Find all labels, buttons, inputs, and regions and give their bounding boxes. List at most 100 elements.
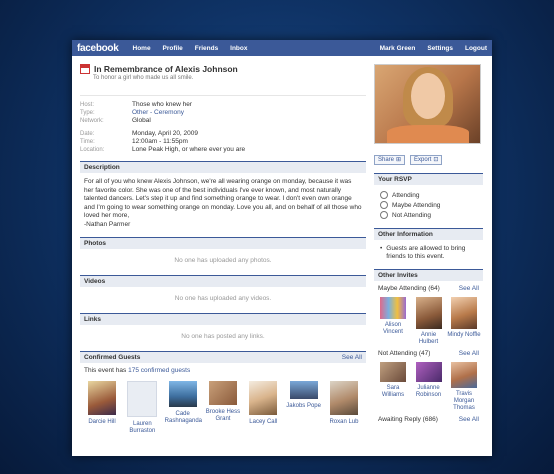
links-empty: No one has posted any links. xyxy=(181,333,265,340)
rsvp-heading: Your RSVP xyxy=(374,173,483,185)
guest-avatar[interactable] xyxy=(88,381,116,415)
rsvp-not-attending[interactable]: Not Attending xyxy=(380,210,479,220)
guest-name[interactable]: Lauren Burraston xyxy=(124,421,160,435)
guest-avatar[interactable] xyxy=(249,381,278,415)
guest-name[interactable]: Cade Rashnaganda xyxy=(165,411,202,425)
nav-profile[interactable]: Profile xyxy=(163,45,183,52)
invite-avatar[interactable] xyxy=(380,297,406,319)
guest-name[interactable]: Lacey Call xyxy=(245,419,281,426)
share-label: Share xyxy=(378,157,395,163)
guest-card[interactable]: Cade Rashnaganda xyxy=(165,381,202,435)
share-button[interactable]: Share ⊞ xyxy=(374,155,406,165)
time-value: 12:00am - 11:55pm xyxy=(132,138,188,145)
rsvp-options: Attending Maybe Attending Not Attending xyxy=(374,185,483,220)
invite-card[interactable]: Sara Williams xyxy=(376,362,410,412)
rsvp-not-attending-label: Not Attending xyxy=(392,211,432,219)
export-button[interactable]: Export ⊡ xyxy=(410,155,443,165)
nav-home[interactable]: Home xyxy=(133,45,151,52)
invite-card[interactable]: Alison Vincent xyxy=(376,297,410,346)
guest-name[interactable]: Brooke Hess Grant xyxy=(205,409,241,423)
calendar-icon xyxy=(80,64,90,74)
nav-user-name[interactable]: Mark Green xyxy=(380,45,416,52)
type-link[interactable]: Other - Ceremony xyxy=(132,109,184,117)
maybe-attending-list: Alison Vincent Annie Hulbert Mindy Noffl… xyxy=(374,292,483,346)
event-photo[interactable] xyxy=(374,64,481,144)
guest-card[interactable]: Lacey Call xyxy=(245,381,281,435)
invite-avatar[interactable] xyxy=(380,362,406,382)
nav-settings[interactable]: Settings xyxy=(427,45,453,52)
radio-icon[interactable] xyxy=(380,211,388,219)
radio-icon[interactable] xyxy=(380,191,388,199)
invite-name[interactable]: Annie Hulbert xyxy=(412,332,446,346)
browser-window: facebook Home Profile Friends Inbox Mark… xyxy=(72,40,492,456)
invite-avatar[interactable] xyxy=(451,362,477,388)
invite-card[interactable]: Julianne Robinson xyxy=(412,362,446,412)
maybe-see-all-link[interactable]: See All xyxy=(459,285,479,292)
guest-avatar[interactable] xyxy=(329,381,358,415)
host-value: Those who knew her xyxy=(132,101,192,108)
event-info: Host: Those who knew her Type: Other - Cer… xyxy=(80,95,366,154)
event-subtitle: To honor a girl who made us all smile. xyxy=(93,75,194,81)
other-info-heading: Other Information xyxy=(374,228,483,240)
bullet-icon: • xyxy=(380,245,383,252)
nav-logout[interactable]: Logout xyxy=(465,45,487,52)
videos-heading: Videos xyxy=(80,275,366,287)
date-label: Date: xyxy=(80,131,95,137)
guest-card[interactable]: Lauren Burraston xyxy=(124,381,160,435)
main-column: In Remembrance of Alexis Johnson To hono… xyxy=(80,64,366,435)
guest-name[interactable]: Jakobs Pope xyxy=(286,403,322,410)
guest-avatar-placeholder[interactable] xyxy=(127,381,158,417)
description-heading: Description xyxy=(80,161,366,173)
location-label: Location: xyxy=(80,147,105,153)
confirmed-count-link[interactable]: 175 confirmed guests xyxy=(128,367,190,374)
invite-avatar[interactable] xyxy=(415,297,442,329)
confirmed-count-line: This event has 175 confirmed guests xyxy=(80,363,366,378)
guest-name[interactable]: Roxan Lub xyxy=(326,419,362,426)
photos-empty: No one has uploaded any photos. xyxy=(174,257,272,264)
plus-icon: ⊞ xyxy=(396,157,402,163)
invite-avatar[interactable] xyxy=(451,297,477,329)
other-info-text: Guests are allowed to bring friends to t… xyxy=(386,245,466,260)
not-see-all-link[interactable]: See All xyxy=(459,350,479,357)
nav-inbox[interactable]: Inbox xyxy=(230,45,247,52)
guest-avatar[interactable] xyxy=(289,381,318,399)
export-label: Export xyxy=(414,157,432,163)
links-heading: Links xyxy=(80,313,366,325)
sidebar: Share ⊞ Export ⊡ Your RSVP Attending May… xyxy=(374,64,483,423)
guest-name[interactable]: Darcie Hill xyxy=(84,419,120,426)
guest-card[interactable]: Brooke Hess Grant xyxy=(205,381,241,435)
host-label: Host: xyxy=(80,102,95,108)
top-navigation-bar: facebook Home Profile Friends Inbox Mark… xyxy=(72,40,492,56)
guest-avatar[interactable] xyxy=(208,381,237,405)
type-label: Type: xyxy=(80,110,95,116)
confirmed-count-prefix: This event has xyxy=(84,367,127,374)
confirmed-see-all-link[interactable]: See All xyxy=(342,352,362,363)
guest-avatar[interactable] xyxy=(168,381,197,407)
invite-card[interactable]: Travis Morgan Thomas xyxy=(447,362,481,412)
event-title: In Remembrance of Alexis Johnson xyxy=(94,64,238,74)
awaiting-see-all-link[interactable]: See All xyxy=(459,416,479,423)
rsvp-maybe[interactable]: Maybe Attending xyxy=(380,200,479,210)
rsvp-attending-label: Attending xyxy=(392,191,420,199)
nav-friends[interactable]: Friends xyxy=(195,45,218,52)
confirmed-guests-heading: Confirmed Guests See All xyxy=(80,351,366,363)
invite-card[interactable]: Annie Hulbert xyxy=(412,297,446,346)
invite-name[interactable]: Julianne Robinson xyxy=(412,385,446,399)
guest-card[interactable]: Darcie Hill xyxy=(84,381,120,435)
guest-card[interactable]: Jakobs Pope xyxy=(286,381,322,435)
invite-avatar[interactable] xyxy=(415,362,442,382)
other-info-item: • Guests are allowed to bring friends to… xyxy=(374,240,483,261)
invite-name[interactable]: Mindy Noffle xyxy=(447,332,481,339)
location-value: Lone Peak High, or where ever you are xyxy=(132,146,246,153)
invite-name[interactable]: Alison Vincent xyxy=(376,322,410,336)
invite-name[interactable]: Travis Morgan Thomas xyxy=(447,391,481,412)
facebook-logo[interactable]: facebook xyxy=(77,43,119,54)
invite-card[interactable]: Mindy Noffle xyxy=(447,297,481,346)
description-text: For all of you who knew Alexis Johnson, … xyxy=(84,178,362,219)
guest-card[interactable]: Roxan Lub xyxy=(326,381,362,435)
videos-empty: No one has uploaded any videos. xyxy=(174,295,272,302)
awaiting-reply-label: Awaiting Reply (686) xyxy=(378,416,438,423)
radio-icon[interactable] xyxy=(380,201,388,209)
invite-name[interactable]: Sara Williams xyxy=(376,385,410,399)
rsvp-attending[interactable]: Attending xyxy=(380,190,479,200)
